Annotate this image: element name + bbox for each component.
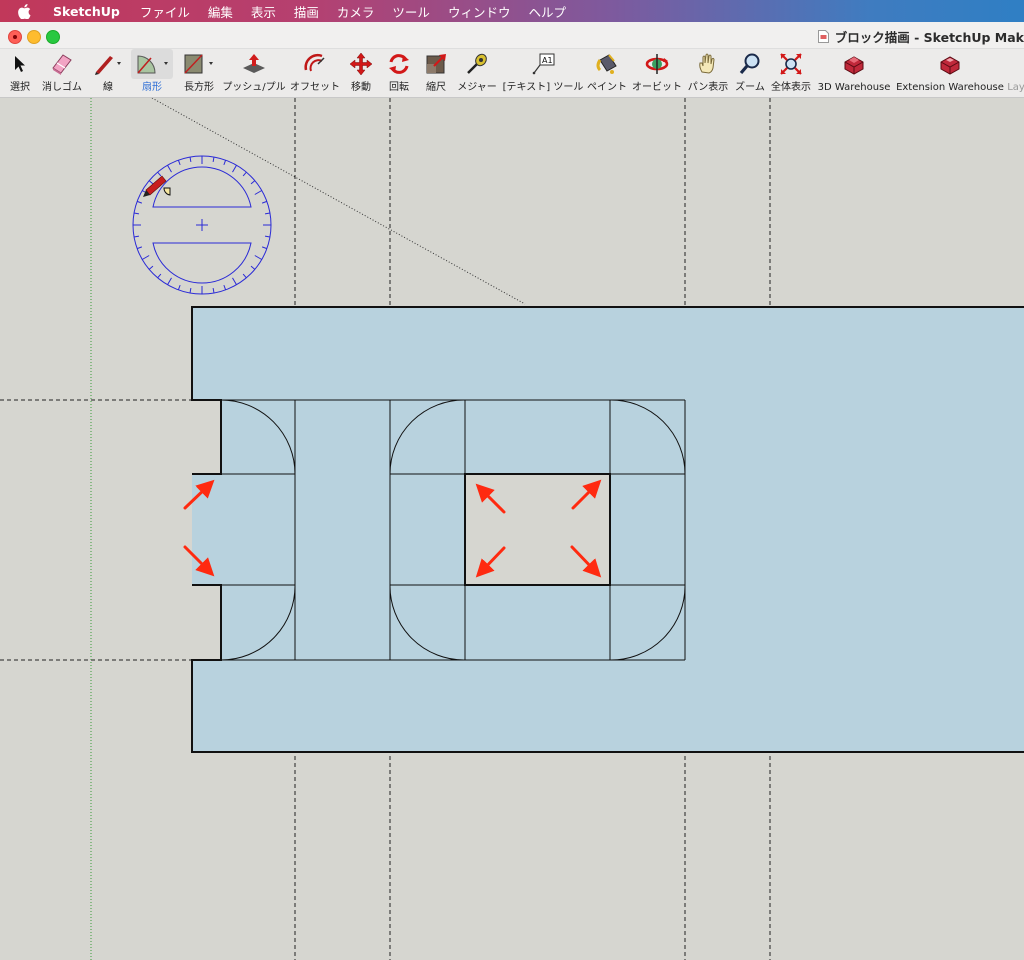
tool-layout-label: Lay bbox=[1008, 82, 1024, 93]
tool-select[interactable]: 選択 bbox=[8, 49, 32, 97]
window-titlebar: ブロック描画 - SketchUp Mak bbox=[0, 22, 1024, 49]
text-tool-icon: A1 bbox=[530, 49, 556, 79]
svg-text:A1: A1 bbox=[542, 56, 553, 65]
pie-arc-icon bbox=[131, 49, 173, 79]
tool-extension-warehouse[interactable]: Extension Warehouse bbox=[896, 49, 1004, 97]
tool-3d-warehouse-label: 3D Warehouse bbox=[817, 82, 891, 93]
tool-zoom[interactable]: ズーム bbox=[734, 49, 766, 97]
menu-draw[interactable]: 描画 bbox=[294, 2, 319, 21]
rectangle-icon bbox=[180, 49, 218, 79]
scale-icon bbox=[424, 49, 448, 79]
tool-tape-measure[interactable]: メジャー bbox=[456, 49, 498, 97]
tool-offset[interactable]: オフセット bbox=[290, 49, 340, 97]
tool-push-pull[interactable]: プッシュ/プル bbox=[222, 49, 286, 97]
close-window-button[interactable] bbox=[8, 30, 22, 44]
tool-orbit-label: オービット bbox=[632, 82, 682, 93]
tool-rotate-label: 回転 bbox=[389, 82, 409, 93]
tool-extension-warehouse-label: Extension Warehouse bbox=[896, 82, 1004, 93]
pan-hand-icon bbox=[696, 49, 720, 79]
tool-layout-truncated[interactable]: Lay bbox=[1008, 49, 1024, 97]
tool-rectangle[interactable]: 長方形 bbox=[179, 49, 219, 97]
paint-bucket-icon bbox=[594, 49, 620, 79]
select-arrow-icon bbox=[13, 49, 27, 79]
tool-scale-label: 縮尺 bbox=[426, 82, 446, 93]
window-title: ブロック描画 - SketchUp Mak bbox=[817, 27, 1024, 46]
eraser-icon bbox=[49, 49, 75, 79]
tool-push-pull-label: プッシュ/プル bbox=[222, 82, 286, 93]
menu-edit[interactable]: 編集 bbox=[208, 2, 233, 21]
tool-select-label: 選択 bbox=[10, 82, 30, 93]
push-pull-icon bbox=[241, 49, 267, 79]
tool-text-label: [テキスト] ツール bbox=[502, 82, 584, 93]
tool-pan[interactable]: パン表示 bbox=[688, 49, 728, 97]
menu-help[interactable]: ヘルプ bbox=[528, 2, 566, 21]
tool-tape-measure-label: メジャー bbox=[457, 82, 497, 93]
tool-move-label: 移動 bbox=[351, 82, 371, 93]
tool-3d-warehouse[interactable]: 3D Warehouse bbox=[816, 49, 892, 97]
tool-text[interactable]: A1 [テキスト] ツール bbox=[502, 49, 584, 97]
tape-measure-icon bbox=[465, 49, 489, 79]
move-icon bbox=[349, 49, 373, 79]
menu-camera[interactable]: カメラ bbox=[337, 2, 375, 21]
apple-icon[interactable] bbox=[18, 3, 32, 19]
tool-pie-label: 扇形 bbox=[142, 82, 162, 93]
drawing-canvas[interactable] bbox=[0, 98, 1024, 960]
menu-window[interactable]: ウィンドウ bbox=[448, 2, 511, 21]
zoom-extents-icon bbox=[779, 49, 803, 79]
minimize-window-button[interactable] bbox=[27, 30, 41, 44]
zoom-magnifier-icon bbox=[738, 49, 762, 79]
tool-eraser-label: 消しゴム bbox=[42, 82, 82, 93]
tool-paint-label: ペイント bbox=[587, 82, 627, 93]
tool-orbit[interactable]: オービット bbox=[632, 49, 682, 97]
tool-line[interactable]: 線 bbox=[90, 49, 126, 97]
window-title-text: ブロック描画 - SketchUp Mak bbox=[834, 30, 1024, 45]
tool-move[interactable]: 移動 bbox=[346, 49, 376, 97]
tool-pie[interactable]: 扇形 bbox=[131, 49, 173, 97]
main-toolbar: 選択 消しゴム 線 扇形 長方形 プッシュ/プル オフセット 移動 回転 縮尺 … bbox=[0, 49, 1024, 98]
tool-line-label: 線 bbox=[103, 82, 113, 93]
tool-scale[interactable]: 縮尺 bbox=[422, 49, 450, 97]
tool-eraser[interactable]: 消しゴム bbox=[40, 49, 84, 97]
tool-pan-label: パン表示 bbox=[687, 82, 729, 93]
menu-tools[interactable]: ツール bbox=[392, 2, 430, 21]
tool-zoom-label: ズーム bbox=[735, 82, 765, 93]
close-dot-icon bbox=[13, 35, 17, 39]
rotate-icon bbox=[387, 49, 411, 79]
menu-view[interactable]: 表示 bbox=[251, 2, 276, 21]
tool-rectangle-label: 長方形 bbox=[184, 82, 214, 93]
zoom-window-button[interactable] bbox=[46, 30, 60, 44]
tool-paint[interactable]: ペイント bbox=[586, 49, 628, 97]
tool-zoom-extents-label: 全体表示 bbox=[771, 82, 811, 93]
menu-file[interactable]: ファイル bbox=[140, 2, 190, 21]
document-icon bbox=[817, 30, 829, 43]
menu-bar: SketchUp ファイル 編集 表示 描画 カメラ ツール ウィンドウ ヘルプ bbox=[0, 0, 1024, 22]
orbit-icon bbox=[644, 49, 670, 79]
tool-offset-label: オフセット bbox=[290, 82, 340, 93]
pencil-line-icon bbox=[91, 49, 125, 79]
warehouse-icon bbox=[841, 49, 867, 79]
offset-icon bbox=[302, 49, 328, 79]
extension-warehouse-icon bbox=[937, 49, 963, 79]
tool-zoom-extents[interactable]: 全体表示 bbox=[770, 49, 812, 97]
tool-rotate[interactable]: 回転 bbox=[384, 49, 414, 97]
menu-app-name[interactable]: SketchUp bbox=[53, 4, 120, 19]
